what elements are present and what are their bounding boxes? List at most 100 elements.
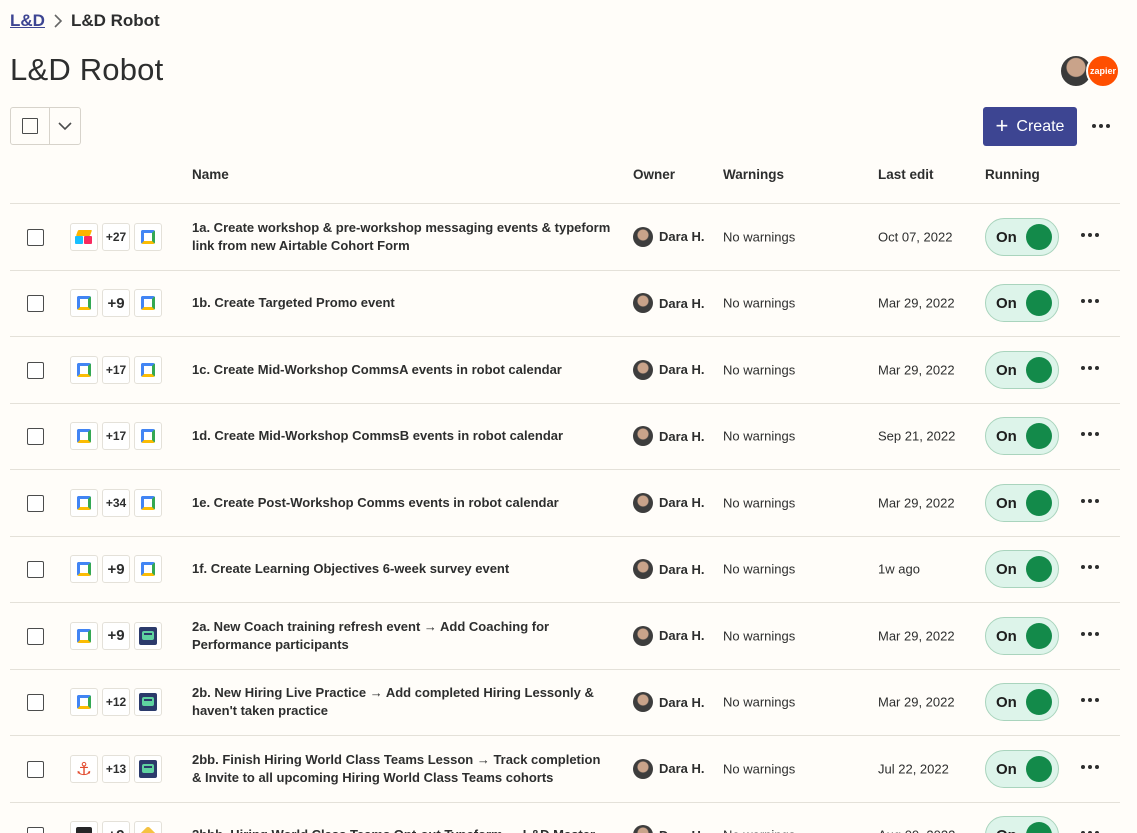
table-row[interactable]: ⚓ +13 2bb. Finish Hiring World Class Teams… [10, 736, 1120, 803]
warnings-text: No warnings [723, 362, 796, 378]
owner-name: Dara H. [659, 694, 705, 710]
lessonly-icon [134, 754, 162, 783]
google-calendar-icon [134, 222, 162, 251]
zap-name-link[interactable]: 1d. Create Mid-Workshop CommsB events in… [192, 427, 612, 445]
owner-avatar [633, 758, 653, 779]
zap-name-link[interactable]: 1e. Create Post-Workshop Comms events in… [192, 494, 612, 512]
row-checkbox[interactable] [27, 827, 44, 833]
last-edit-date: Mar 29, 2022 [878, 295, 955, 311]
row-checkbox[interactable] [27, 760, 44, 778]
row-more-options-icon[interactable] [1081, 432, 1099, 437]
app-icons: +12 [70, 688, 162, 717]
toggle-knob [1026, 423, 1052, 450]
toggle-label: On [996, 428, 1017, 446]
row-more-options-icon[interactable] [1081, 232, 1099, 237]
more-options-icon[interactable] [1088, 116, 1114, 136]
owner-avatar [633, 426, 653, 447]
running-toggle[interactable]: On [985, 749, 1059, 788]
table-row[interactable]: +17 1c. Create Mid-Workshop CommsA events… [10, 337, 1120, 404]
column-header-last-edit[interactable]: Last edit [878, 167, 934, 182]
google-calendar-icon [70, 488, 98, 517]
row-more-options-icon[interactable] [1081, 498, 1099, 503]
running-toggle[interactable]: On [985, 616, 1059, 655]
running-toggle[interactable]: On [985, 350, 1059, 389]
owner-avatar [633, 226, 653, 247]
owner: Dara H. [633, 758, 705, 779]
row-checkbox[interactable] [27, 627, 44, 645]
owner: Dara H. [633, 492, 705, 513]
warnings-text: No warnings [723, 428, 796, 444]
zap-name-link[interactable]: 1b. Create Targeted Promo event [192, 294, 612, 312]
warnings-text: No warnings [723, 694, 796, 710]
row-checkbox[interactable] [27, 295, 44, 313]
row-checkbox[interactable] [27, 228, 44, 246]
owner-name: Dara H. [659, 761, 705, 777]
google-calendar-icon [70, 355, 98, 384]
row-more-options-icon[interactable] [1081, 764, 1099, 769]
zap-name-link[interactable]: 2bbb. Hiring World Class Teams Opt-out T… [192, 826, 612, 833]
last-edit-date: Aug 09, 2022 [878, 828, 955, 833]
warnings-text: No warnings [723, 761, 796, 777]
table-row[interactable]: +9 2a. New Coach training refresh event →… [10, 603, 1120, 670]
shared-with-avatars[interactable]: zapier [1059, 54, 1121, 88]
running-toggle[interactable]: On [985, 550, 1059, 589]
row-checkbox[interactable] [27, 694, 44, 712]
row-checkbox[interactable] [27, 428, 44, 446]
toggle-label: On [996, 228, 1017, 246]
select-all-checkbox[interactable] [11, 108, 50, 144]
table-row[interactable]: +9 2bbb. Hiring World Class Teams Opt-out… [10, 803, 1120, 833]
running-toggle[interactable]: On [985, 217, 1059, 256]
row-more-options-icon[interactable] [1081, 565, 1099, 570]
google-calendar-icon [134, 355, 162, 384]
owner: Dara H. [633, 226, 705, 247]
app-count-badge: +9 [102, 289, 130, 318]
running-toggle[interactable]: On [985, 417, 1059, 456]
webhook-icon: ⚓ [70, 754, 98, 783]
table-row[interactable]: +9 1b. Create Targeted Promo event Dara H.… [10, 271, 1120, 337]
breadcrumb: L&D L&D Robot [10, 10, 160, 32]
zap-name-link[interactable]: 1f. Create Learning Objectives 6-week su… [192, 560, 612, 578]
chevron-down-icon[interactable] [50, 108, 80, 144]
owner: Dara H. [633, 559, 705, 580]
zap-name-link[interactable]: 2b. New Hiring Live Practice → Add compl… [192, 684, 612, 720]
column-header-warnings[interactable]: Warnings [723, 167, 784, 182]
app-icons: ⚓ +13 [70, 754, 162, 783]
table-row[interactable]: +9 1f. Create Learning Objectives 6-week … [10, 537, 1120, 603]
table-row[interactable]: +27 1a. Create workshop & pre-workshop me… [10, 204, 1120, 271]
last-edit-date: Mar 29, 2022 [878, 694, 955, 710]
zap-name-link[interactable]: 1c. Create Mid-Workshop CommsA events in… [192, 361, 612, 379]
running-toggle[interactable]: On [985, 683, 1059, 722]
breadcrumb-parent-link[interactable]: L&D [10, 11, 45, 31]
table-row[interactable]: +12 2b. New Hiring Live Practice → Add co… [10, 670, 1120, 736]
column-header-owner[interactable]: Owner [633, 167, 675, 182]
app-count-badge: +9 [102, 555, 130, 584]
column-header-running[interactable]: Running [985, 167, 1040, 182]
toggle-knob [1026, 822, 1052, 833]
row-checkbox[interactable] [27, 361, 44, 379]
column-header-name[interactable]: Name [192, 167, 229, 182]
row-checkbox[interactable] [27, 561, 44, 579]
row-checkbox[interactable] [27, 494, 44, 512]
zap-name-link[interactable]: 2bb. Finish Hiring World Class Teams Les… [192, 751, 612, 787]
table-row[interactable]: +34 1e. Create Post-Workshop Comms events… [10, 470, 1120, 537]
owner-name: Dara H. [659, 628, 705, 644]
owner: Dara H. [633, 293, 705, 314]
warnings-text: No warnings [723, 495, 796, 511]
warnings-text: No warnings [723, 295, 796, 311]
row-more-options-icon[interactable] [1081, 299, 1099, 304]
toggle-knob [1026, 689, 1052, 716]
row-more-options-icon[interactable] [1081, 631, 1099, 636]
table-row[interactable]: +17 1d. Create Mid-Workshop CommsB events… [10, 404, 1120, 470]
running-toggle[interactable]: On [985, 483, 1059, 522]
bulk-select-control [10, 107, 81, 145]
running-toggle[interactable]: On [985, 816, 1059, 833]
row-more-options-icon[interactable] [1081, 365, 1099, 370]
app-icons: +34 [70, 488, 162, 517]
running-toggle[interactable]: On [985, 284, 1059, 323]
row-more-options-icon[interactable] [1081, 698, 1099, 703]
zap-name-link[interactable]: 2a. New Coach training refresh event → A… [192, 618, 612, 654]
app-count-badge: +34 [102, 488, 130, 517]
google-calendar-icon [134, 555, 162, 584]
zap-name-link[interactable]: 1a. Create workshop & pre-workshop messa… [192, 219, 612, 255]
create-button[interactable]: + Create [983, 107, 1077, 146]
